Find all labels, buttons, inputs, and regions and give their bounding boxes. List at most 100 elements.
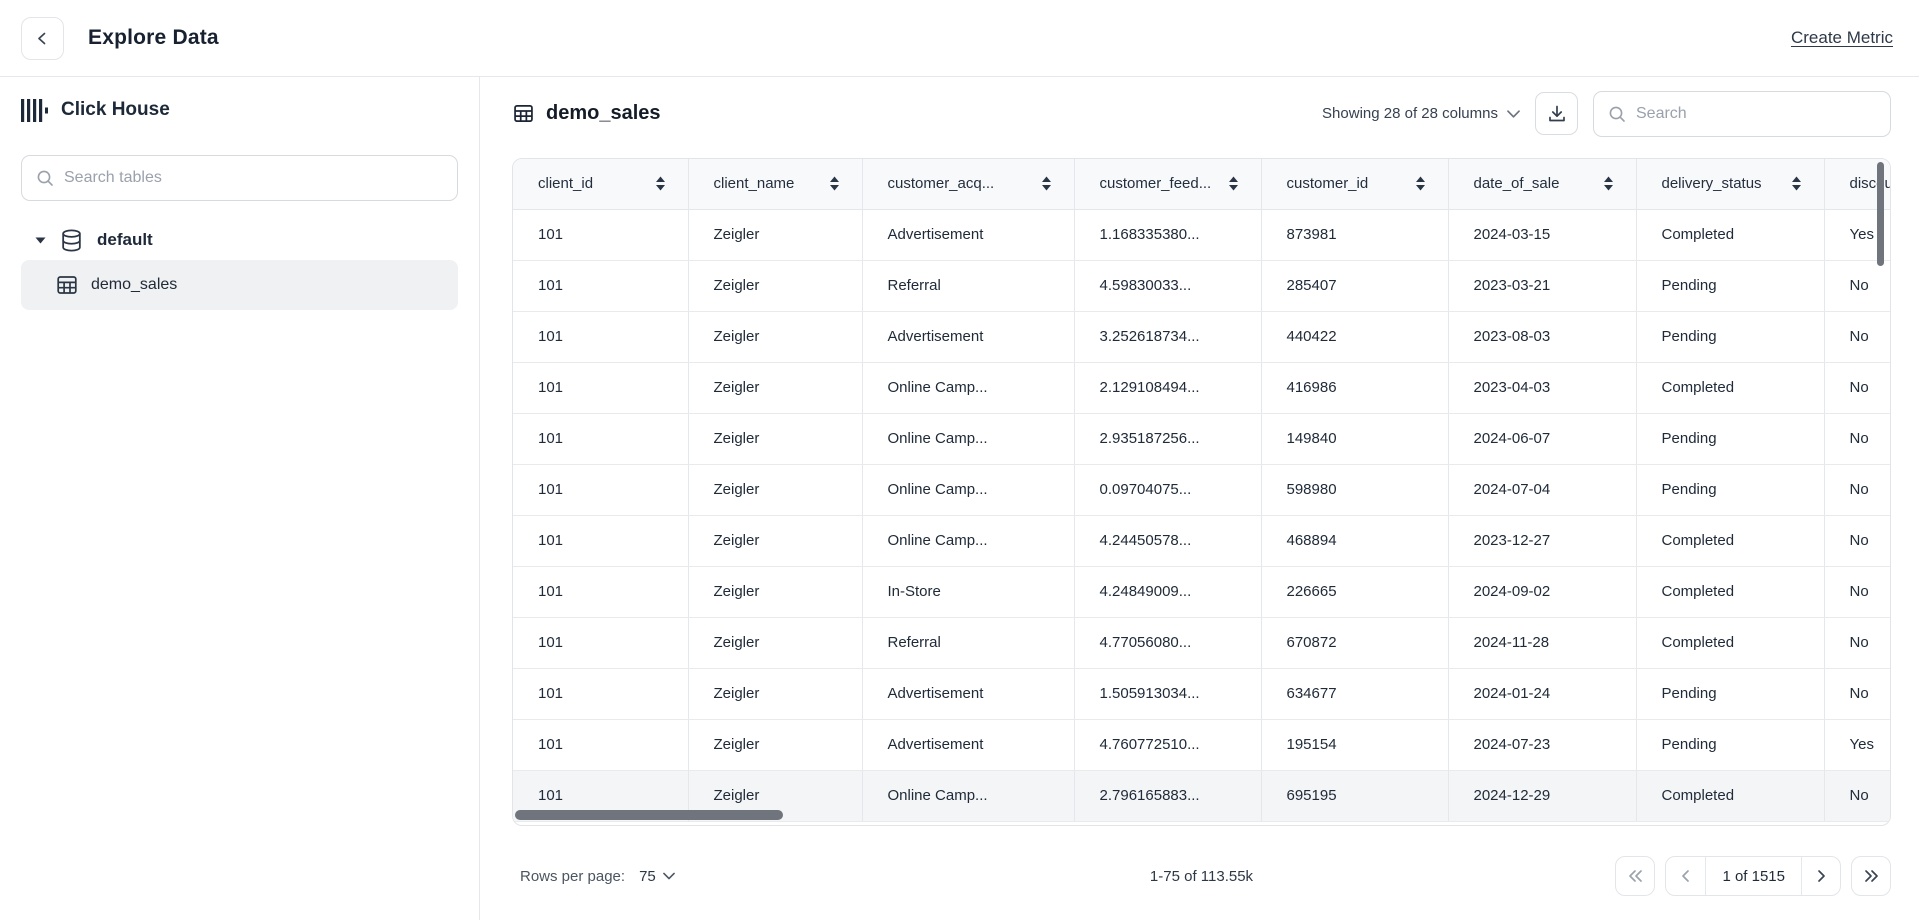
columns-visibility-dropdown[interactable]: Showing 28 of 28 columns <box>1322 105 1520 122</box>
column-header-date_of_sale[interactable]: date_of_sale <box>1448 159 1636 209</box>
table-cell: 1.505913034... <box>1074 668 1261 719</box>
column-header-label: customer_id <box>1287 175 1369 192</box>
table-cell: Referral <box>862 260 1074 311</box>
table-cell: 416986 <box>1261 362 1448 413</box>
sidebar-item-demo-sales[interactable]: demo_sales <box>21 260 458 310</box>
table-row[interactable]: 101ZeiglerOnline Camp...2.935187256...14… <box>513 413 1891 464</box>
table-search <box>1593 91 1891 137</box>
column-header-customer_feed[interactable]: customer_feed... <box>1074 159 1261 209</box>
table-search-input[interactable] <box>1636 105 1876 123</box>
page-title: Explore Data <box>88 26 219 50</box>
first-page-button[interactable] <box>1615 856 1655 896</box>
table-cell: 2023-04-03 <box>1448 362 1636 413</box>
sort-icon[interactable] <box>655 176 666 191</box>
table-cell: Zeigler <box>688 515 862 566</box>
table-cell: Completed <box>1636 617 1824 668</box>
table-cell: No <box>1824 515 1891 566</box>
sort-icon[interactable] <box>1791 176 1802 191</box>
table-row[interactable]: 101ZeiglerReferral4.59830033...285407202… <box>513 260 1891 311</box>
table-row[interactable]: 101ZeiglerAdvertisement4.760772510...195… <box>513 719 1891 770</box>
sort-icon[interactable] <box>1603 176 1614 191</box>
column-header-customer_id[interactable]: customer_id <box>1261 159 1448 209</box>
table-cell: 598980 <box>1261 464 1448 515</box>
table-cell: 2.796165883... <box>1074 770 1261 821</box>
table-row[interactable]: 101ZeiglerOnline Camp...4.24450578...468… <box>513 515 1891 566</box>
last-page-button[interactable] <box>1851 856 1891 896</box>
table-cell: No <box>1824 413 1891 464</box>
table-row[interactable]: 101ZeiglerReferral4.77056080...670872202… <box>513 617 1891 668</box>
create-metric-link[interactable]: Create Metric <box>1791 28 1893 48</box>
database-tree-node[interactable]: default <box>21 225 458 255</box>
vertical-scrollbar[interactable] <box>1877 162 1884 266</box>
table-cell: Zeigler <box>688 260 862 311</box>
next-page-button[interactable] <box>1801 857 1840 895</box>
table-cell: 695195 <box>1261 770 1448 821</box>
table-cell: 4.77056080... <box>1074 617 1261 668</box>
table-cell: Zeigler <box>688 719 862 770</box>
sort-icon[interactable] <box>1228 176 1239 191</box>
table-cell: No <box>1824 668 1891 719</box>
table-cell: Zeigler <box>688 668 862 719</box>
table-cell: No <box>1824 464 1891 515</box>
column-header-client_id[interactable]: client_id <box>513 159 688 209</box>
column-header-delivery_status[interactable]: delivery_status <box>1636 159 1824 209</box>
caret-down-icon[interactable] <box>35 237 46 244</box>
table-cell: Completed <box>1636 209 1824 260</box>
column-header-client_name[interactable]: client_name <box>688 159 862 209</box>
table-cell: 101 <box>513 617 688 668</box>
table-row[interactable]: 101ZeiglerOnline Camp...2.129108494...41… <box>513 362 1891 413</box>
table-cell: No <box>1824 260 1891 311</box>
table-cell: Referral <box>862 617 1074 668</box>
table-cell: Completed <box>1636 515 1824 566</box>
table-cell: Zeigler <box>688 566 862 617</box>
sort-icon[interactable] <box>829 176 840 191</box>
table-cell: 2023-03-21 <box>1448 260 1636 311</box>
table-row[interactable]: 101ZeiglerAdvertisement1.168335380...873… <box>513 209 1891 260</box>
table-cell: 2024-07-04 <box>1448 464 1636 515</box>
table-cell: Zeigler <box>688 209 862 260</box>
table-cell: 4.59830033... <box>1074 260 1261 311</box>
column-header-label: discou... <box>1850 175 1892 192</box>
table-cell: Completed <box>1636 770 1824 821</box>
table-grid-icon <box>512 102 535 125</box>
sort-icon[interactable] <box>1415 176 1426 191</box>
table-cell: Online Camp... <box>862 464 1074 515</box>
search-icon <box>36 169 54 187</box>
top-bar: Explore Data Create Metric <box>0 0 1919 77</box>
table-row[interactable]: 101ZeiglerIn-Store4.24849009...226665202… <box>513 566 1891 617</box>
table-cell: Zeigler <box>688 311 862 362</box>
page-indicator: 1 of 1515 <box>1705 857 1801 895</box>
sort-icon[interactable] <box>1041 176 1052 191</box>
chevron-down-icon <box>663 872 675 880</box>
clickhouse-logo-icon <box>21 98 48 123</box>
rows-per-page-select[interactable]: 75 <box>639 868 675 885</box>
table-cell: In-Store <box>862 566 1074 617</box>
table-cell: Advertisement <box>862 668 1074 719</box>
table-row[interactable]: 101ZeiglerAdvertisement3.252618734...440… <box>513 311 1891 362</box>
download-button[interactable] <box>1535 92 1578 135</box>
previous-page-button[interactable] <box>1666 857 1705 895</box>
table-cell: 101 <box>513 209 688 260</box>
table-cell: Online Camp... <box>862 770 1074 821</box>
horizontal-scrollbar[interactable] <box>515 810 783 820</box>
chevron-left-icon <box>35 31 50 46</box>
table-cell: Online Camp... <box>862 515 1074 566</box>
table-cell: Advertisement <box>862 311 1074 362</box>
table-cell: 101 <box>513 362 688 413</box>
table-cell: Completed <box>1636 566 1824 617</box>
table-cell: Zeigler <box>688 413 862 464</box>
table-cell: 2.935187256... <box>1074 413 1261 464</box>
table-cell: No <box>1824 362 1891 413</box>
back-button[interactable] <box>21 17 64 60</box>
table-cell: Zeigler <box>688 362 862 413</box>
data-grid: client_id client_name customer_acq... cu… <box>512 158 1891 826</box>
column-header-customer_acq[interactable]: customer_acq... <box>862 159 1074 209</box>
table-cell: Pending <box>1636 311 1824 362</box>
table-row[interactable]: 101ZeiglerAdvertisement1.505913034...634… <box>513 668 1891 719</box>
sidebar-search-input[interactable] <box>64 169 443 187</box>
table-cell: 4.24450578... <box>1074 515 1261 566</box>
page-navigator: 1 of 1515 <box>1665 856 1841 896</box>
database-name: default <box>97 230 153 250</box>
table-row[interactable]: 101ZeiglerOnline Camp...0.09704075...598… <box>513 464 1891 515</box>
table-cell: 0.09704075... <box>1074 464 1261 515</box>
